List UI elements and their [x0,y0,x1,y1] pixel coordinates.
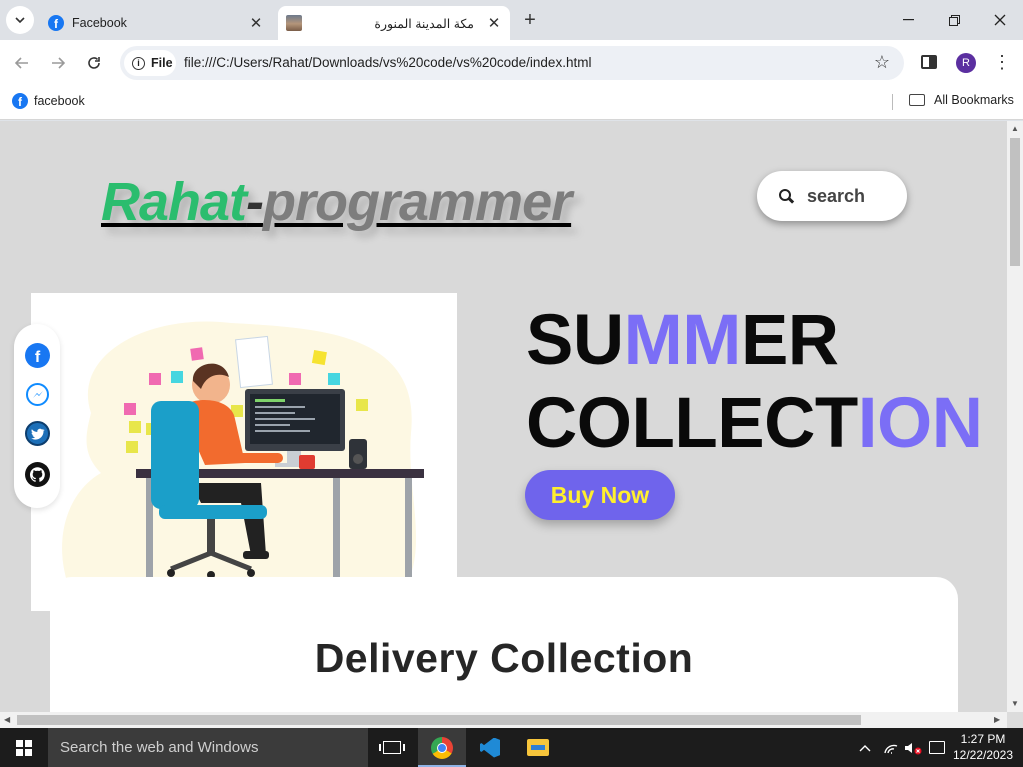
restore-icon [948,14,960,26]
task-view-button[interactable] [368,728,416,767]
bookmark-facebook[interactable]: f facebook [12,93,85,109]
search-label: search [807,185,866,206]
browser-titlebar: f Facebook ✕ مكة المدينة المنورة ✕ + [0,0,1023,40]
messenger-icon[interactable] [26,383,49,406]
screen: f Facebook ✕ مكة المدينة المنورة ✕ + i F… [0,0,1023,767]
delivery-title: Delivery Collection [314,635,694,681]
logo-dash: - [246,172,264,232]
tab-facebook[interactable]: f Facebook ✕ [40,6,272,40]
taskbar-search-box[interactable]: Search the web and Windows [48,728,368,767]
search-icon [779,189,793,203]
headline-text: SU [526,301,624,380]
folder-icon [909,94,925,106]
site-info-chip[interactable]: i File [124,50,176,76]
new-tab-button[interactable]: + [518,8,542,32]
bookmarks-bar: f facebook All Bookmarks [0,86,1023,120]
start-button[interactable] [0,728,48,767]
notification-center-button[interactable] [926,728,948,767]
close-icon[interactable]: ✕ [484,14,504,32]
restore-button[interactable] [931,0,977,40]
scroll-up-arrow-icon[interactable]: ▲ [1011,124,1019,133]
twitter-icon[interactable] [25,421,50,446]
task-view-icon [379,741,405,754]
notification-icon [929,741,945,754]
volume-muted-icon[interactable] [902,728,924,767]
windows-taskbar: Search the web and Windows 1:27 PM 12/22 [0,728,1023,767]
scroll-down-arrow-icon[interactable]: ▼ [1011,699,1019,708]
browser-toolbar: i File file:///C:/Users/Rahat/Downloads/… [0,40,1023,86]
social-sidebar: f [14,324,60,508]
back-button[interactable] [9,50,35,76]
clock-time: 1:27 PM [960,732,1006,746]
facebook-icon: f [48,15,64,31]
facebook-icon[interactable]: f [25,343,50,368]
network-icon[interactable] [880,728,902,767]
windows-logo-icon [16,739,32,756]
page-viewport: Rahat-programmer search f SUMMER COLLECT… [0,121,1007,712]
scrollbar-thumb[interactable] [1010,138,1020,266]
vscode-icon [480,737,500,758]
facebook-icon: f [12,93,28,109]
reload-button[interactable] [81,50,107,76]
bookmarks-divider [892,94,893,110]
scroll-left-arrow-icon[interactable]: ◀ [4,715,10,724]
delivery-section: Delivery Collection [50,577,958,712]
buy-now-button[interactable]: Buy Now [525,470,675,520]
headline-line-2: COLLECTION [526,382,983,465]
logo-part-1: Rahat [101,172,247,232]
clock-date: 12/22/2023 [952,748,1014,762]
tab-title: مكة المدينة المنورة [374,16,474,31]
bookmark-star-icon[interactable]: ☆ [874,52,890,73]
all-bookmarks-label: All Bookmarks [934,93,1014,107]
all-bookmarks-button[interactable]: All Bookmarks [909,93,1014,107]
taskbar-vscode[interactable] [466,728,514,767]
headline-text: ER [740,301,839,380]
close-window-button[interactable] [977,0,1023,40]
arrow-left-icon [15,57,28,69]
address-bar[interactable]: i File file:///C:/Users/Rahat/Downloads/… [120,46,904,80]
tab-search-button[interactable] [6,6,34,34]
headline-text: COLLECT [526,384,858,463]
horizontal-scrollbar[interactable]: ◀ ▶ [0,712,1007,728]
tab-makkah[interactable]: مكة المدينة المنورة ✕ [278,6,510,40]
taskbar-clock[interactable]: 1:27 PM 12/22/2023 [948,731,1018,763]
chevron-down-icon [15,16,25,23]
show-hidden-icons-button[interactable] [855,728,875,767]
profile-avatar[interactable]: R [956,53,976,73]
side-panel-icon[interactable] [921,55,937,69]
headline-accent-text: ION [857,384,983,463]
bookmark-label: facebook [34,94,85,108]
hero-headline: SUMMER COLLECTION [526,299,983,465]
url-text[interactable]: file:///C:/Users/Rahat/Downloads/vs%20co… [184,55,591,70]
programmer-at-desk-illustration [56,321,432,599]
search-button[interactable]: search [757,171,907,221]
arrow-right-icon [52,57,65,69]
minimize-icon [902,19,914,21]
scrollbar-thumb[interactable] [17,715,861,725]
forward-button[interactable] [45,50,71,76]
scroll-right-arrow-icon[interactable]: ▶ [994,715,1000,724]
scrollbar-corner [1007,712,1023,728]
headline-line-1: SUMMER [526,299,982,382]
github-icon[interactable] [25,462,50,487]
image-thumbnail-icon [286,15,302,31]
info-icon: i [132,56,145,70]
reload-icon [88,57,100,69]
taskbar-chrome[interactable] [418,728,466,767]
close-icon[interactable]: ✕ [246,14,266,32]
logo-part-2: programmer [263,172,572,232]
chrome-icon [431,736,453,759]
taskbar-file-explorer[interactable] [514,728,562,767]
close-icon [994,14,1006,26]
vertical-scrollbar[interactable]: ▲ ▼ [1007,121,1023,712]
site-logo[interactable]: Rahat-programmer [101,171,572,233]
minimize-button[interactable] [885,0,931,40]
hero-illustration [31,293,457,611]
chevron-up-icon [859,744,871,751]
site-info-label: File [151,56,173,70]
menu-dots-icon[interactable]: ⋮ [992,51,1012,73]
headline-accent-text: MM [623,301,742,380]
file-explorer-icon [527,739,549,756]
tab-title: Facebook [72,16,127,30]
